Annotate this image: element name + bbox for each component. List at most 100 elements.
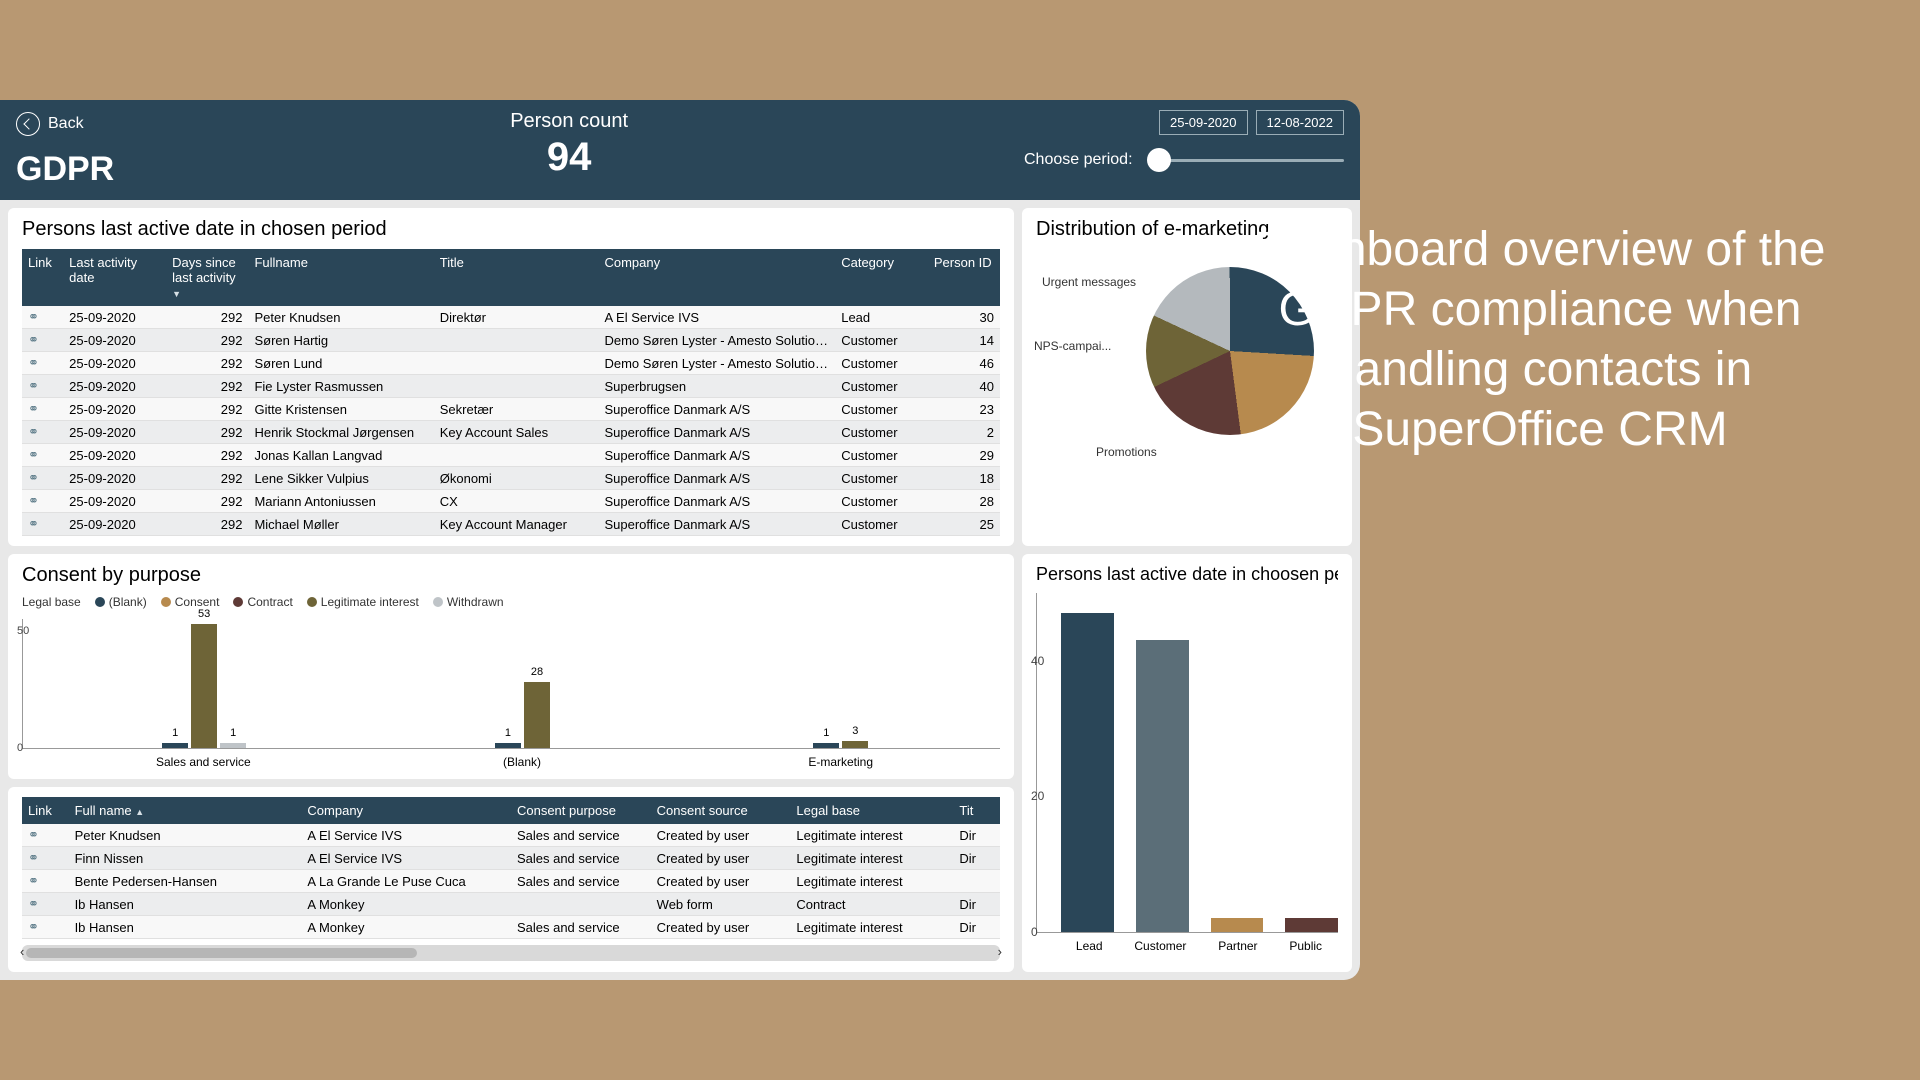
link-icon[interactable]: ⚭ xyxy=(22,329,63,352)
back-button[interactable]: Back xyxy=(16,112,114,136)
table-row[interactable]: ⚭Bente Pedersen-HansenA La Grande Le Pus… xyxy=(22,870,1000,893)
cell: Sales and service xyxy=(511,916,651,939)
bar[interactable]: 1 xyxy=(813,743,839,748)
cell: Superoffice Danmark A/S xyxy=(598,490,835,513)
link-icon[interactable]: ⚭ xyxy=(22,490,63,513)
cell: 292 xyxy=(166,352,248,375)
xlabel: E-marketing xyxy=(681,749,1000,769)
table-row[interactable]: ⚭25-09-2020292Michael MøllerKey Account … xyxy=(22,513,1000,536)
cell: Økonomi xyxy=(434,467,599,490)
cell: Søren Lund xyxy=(248,352,433,375)
col-company[interactable]: Company xyxy=(598,249,835,306)
ct-col-company[interactable]: Company xyxy=(301,797,511,824)
table-row[interactable]: ⚭25-09-2020292Søren HartigDemo Søren Lys… xyxy=(22,329,1000,352)
bar[interactable] xyxy=(1061,613,1114,932)
col-person-id[interactable]: Person ID xyxy=(928,249,1000,306)
date-to[interactable]: 12-08-2022 xyxy=(1256,110,1345,135)
bar[interactable] xyxy=(1136,640,1189,932)
table-row[interactable]: ⚭25-09-2020292Mariann AntoniussenCXSuper… xyxy=(22,490,1000,513)
legend-item[interactable]: Withdrawn xyxy=(433,595,504,609)
link-icon[interactable]: ⚭ xyxy=(22,916,69,939)
bar[interactable]: 28 xyxy=(524,682,550,748)
slider-thumb-icon[interactable] xyxy=(1147,148,1171,172)
ct-col-source[interactable]: Consent source xyxy=(651,797,791,824)
cell: Lead xyxy=(835,306,928,329)
cell: 25-09-2020 xyxy=(63,444,166,467)
table-row[interactable]: ⚭25-09-2020292Henrik Stockmal JørgensenK… xyxy=(22,421,1000,444)
table-row[interactable]: ⚭25-09-2020292Peter KnudsenDirektørA El … xyxy=(22,306,1000,329)
choose-period-label: Choose period: xyxy=(1024,151,1133,169)
ct-col-fullname[interactable]: Full name ▲ xyxy=(69,797,302,824)
link-icon[interactable]: ⚭ xyxy=(22,870,69,893)
bar[interactable]: 1 xyxy=(495,743,521,748)
cell: Superoffice Danmark A/S xyxy=(598,421,835,444)
link-icon[interactable]: ⚭ xyxy=(22,306,63,329)
table-row[interactable]: ⚭25-09-2020292Fie Lyster RasmussenSuperb… xyxy=(22,375,1000,398)
consent-table-panel: Link Full name ▲ Company Consent purpose… xyxy=(8,787,1014,972)
table-row[interactable]: ⚭Ib HansenA MonkeyWeb formContractDir xyxy=(22,893,1000,916)
table-row[interactable]: ⚭25-09-2020292Søren LundDemo Søren Lyste… xyxy=(22,352,1000,375)
table-row[interactable]: ⚭Finn NissenA El Service IVSSales and se… xyxy=(22,847,1000,870)
col-category[interactable]: Category xyxy=(835,249,928,306)
cell: 18 xyxy=(928,467,1000,490)
data-label: 1 xyxy=(230,727,236,739)
cell: 25-09-2020 xyxy=(63,513,166,536)
col-title[interactable]: Title xyxy=(434,249,599,306)
scroll-right-icon[interactable]: › xyxy=(998,944,1002,959)
cell: 25-09-2020 xyxy=(63,467,166,490)
cell: Created by user xyxy=(651,916,791,939)
header-right: 25-09-2020 12-08-2022 Choose period: xyxy=(1024,110,1344,169)
link-icon[interactable]: ⚭ xyxy=(22,398,63,421)
col-link[interactable]: Link xyxy=(22,249,63,306)
bar[interactable] xyxy=(1211,918,1264,932)
cell xyxy=(434,352,599,375)
link-icon[interactable]: ⚭ xyxy=(22,513,63,536)
table-row[interactable]: ⚭Ib HansenA MonkeySales and serviceCreat… xyxy=(22,916,1000,939)
link-icon[interactable]: ⚭ xyxy=(22,352,63,375)
link-icon[interactable]: ⚭ xyxy=(22,824,69,847)
header-left: Back GDPR xyxy=(16,110,114,189)
ct-col-tit[interactable]: Tit xyxy=(953,797,1000,824)
horizontal-scrollbar[interactable]: ‹ › xyxy=(22,945,1000,961)
link-icon[interactable]: ⚭ xyxy=(22,444,63,467)
dashboard-content: Persons last active date in chosen perio… xyxy=(0,200,1360,980)
ct-col-legalbase[interactable]: Legal base xyxy=(790,797,953,824)
link-icon[interactable]: ⚭ xyxy=(22,375,63,398)
col-fullname[interactable]: Fullname xyxy=(248,249,433,306)
bar[interactable]: 53 xyxy=(191,624,217,748)
cell: Key Account Manager xyxy=(434,513,599,536)
date-from[interactable]: 25-09-2020 xyxy=(1159,110,1248,135)
consent-legend: Legal base(Blank)ConsentContractLegitima… xyxy=(22,595,1000,609)
cell: A El Service IVS xyxy=(301,847,511,870)
ct-col-purpose[interactable]: Consent purpose xyxy=(511,797,651,824)
legend-item[interactable]: Consent xyxy=(161,595,220,609)
legend-item[interactable]: Contract xyxy=(233,595,292,609)
legend-item[interactable]: (Blank) xyxy=(95,595,147,609)
cell: 25-09-2020 xyxy=(63,398,166,421)
link-icon[interactable]: ⚭ xyxy=(22,421,63,444)
period-slider[interactable] xyxy=(1151,159,1344,162)
pie-label-urgent: Urgent messages xyxy=(1042,275,1136,289)
ct-col-link[interactable]: Link xyxy=(22,797,69,824)
bar[interactable]: 3 xyxy=(842,741,868,748)
cell: Legitimate interest xyxy=(790,916,953,939)
legend-item[interactable]: Legitimate interest xyxy=(307,595,419,609)
cell: Peter Knudsen xyxy=(248,306,433,329)
bar[interactable]: 1 xyxy=(220,743,246,748)
cell xyxy=(511,893,651,916)
cell xyxy=(434,329,599,352)
cell: Created by user xyxy=(651,847,791,870)
link-icon[interactable]: ⚭ xyxy=(22,847,69,870)
table-row[interactable]: ⚭25-09-2020292Jonas Kallan LangvadSupero… xyxy=(22,444,1000,467)
bar[interactable]: 1 xyxy=(162,743,188,748)
col-days-since[interactable]: Days since last activity ▼ xyxy=(166,249,248,306)
col-last-activity-date[interactable]: Last activity date xyxy=(63,249,166,306)
link-icon[interactable]: ⚭ xyxy=(22,893,69,916)
table-row[interactable]: ⚭25-09-2020292Lene Sikker VulpiusØkonomi… xyxy=(22,467,1000,490)
table-row[interactable]: ⚭25-09-2020292Gitte KristensenSekretærSu… xyxy=(22,398,1000,421)
scroll-left-icon[interactable]: ‹ xyxy=(20,944,24,959)
bar[interactable] xyxy=(1285,918,1338,932)
link-icon[interactable]: ⚭ xyxy=(22,467,63,490)
cell: A El Service IVS xyxy=(598,306,835,329)
table-row[interactable]: ⚭Peter KnudsenA El Service IVSSales and … xyxy=(22,824,1000,847)
